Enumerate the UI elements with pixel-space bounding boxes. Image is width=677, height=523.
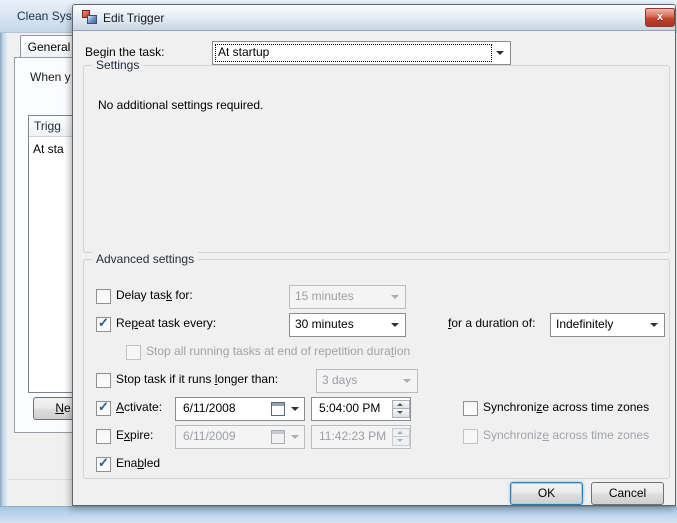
spinner-down-icon	[392, 436, 410, 446]
ok-button[interactable]: OK	[510, 482, 583, 505]
advanced-settings-group: Advanced settings Delay task for: 15 min…	[83, 259, 670, 479]
expire-time-spinner: 11:42:23 PM	[311, 425, 411, 449]
new-button-label: Ne	[55, 401, 70, 415]
stop-task-label: Stop task if it runs longer than:	[116, 372, 278, 387]
stop-all-tasks-label: Stop all running tasks at end of repetit…	[146, 344, 410, 359]
enabled-checkbox[interactable]	[96, 457, 111, 472]
background-window-bottom-frame	[0, 506, 677, 523]
chevron-down-icon	[391, 295, 399, 299]
sync-timezones-activate-checkbox[interactable]	[463, 401, 478, 416]
chevron-down-icon	[496, 51, 504, 55]
tab-general-label: General	[28, 40, 71, 54]
stop-all-tasks-checkbox	[126, 345, 141, 360]
list-item[interactable]: At sta	[33, 142, 64, 156]
expire-checkbox[interactable]	[96, 429, 111, 444]
enabled-label: Enabled	[116, 456, 160, 471]
duration-select[interactable]: Indefinitely	[550, 313, 665, 337]
repeat-task-checkbox[interactable]	[96, 317, 111, 332]
cancel-button[interactable]: Cancel	[591, 482, 664, 505]
spinner-down-icon[interactable]	[392, 408, 410, 418]
activate-date-value: 6/11/2008	[183, 401, 236, 415]
spinner-buttons	[392, 428, 408, 444]
settings-group: Settings No additional settings required…	[83, 65, 670, 253]
tab-general[interactable]: General	[20, 35, 78, 58]
calendar-icon	[271, 430, 285, 444]
repeat-task-value: 30 minutes	[295, 317, 354, 331]
stop-task-checkbox[interactable]	[96, 373, 111, 388]
chevron-down-icon	[291, 407, 299, 411]
activate-label: Activate:	[116, 400, 162, 415]
delay-task-value: 15 minutes	[295, 289, 354, 303]
begin-task-value: At startup	[218, 45, 269, 59]
activate-time-spinner[interactable]: 5:04:00 PM	[311, 397, 411, 421]
chevron-down-icon	[391, 323, 399, 327]
stop-task-select: 3 days	[316, 369, 418, 393]
chevron-down-icon	[403, 379, 411, 383]
begin-task-select[interactable]: At startup	[212, 41, 511, 65]
activate-checkbox[interactable]	[96, 401, 111, 416]
duration-value: Indefinitely	[556, 317, 613, 331]
delay-task-checkbox[interactable]	[96, 289, 111, 304]
settings-message: No additional settings required.	[98, 98, 263, 113]
repeat-task-label: Repeat task every:	[116, 316, 216, 331]
settings-group-title: Settings	[92, 58, 143, 72]
close-icon[interactable]: x	[645, 8, 675, 27]
edit-trigger-dialog: Edit Trigger x Begin the task: At startu…	[72, 4, 676, 506]
cancel-button-label: Cancel	[609, 486, 646, 500]
spinner-buttons[interactable]	[392, 400, 408, 416]
activate-time-value: 5:04:00 PM	[319, 401, 380, 415]
expire-time-value: 11:42:23 PM	[319, 429, 386, 443]
divider	[8, 479, 72, 480]
ok-button-label: OK	[538, 486, 555, 500]
app-window-icon	[82, 10, 98, 25]
tab-page-description: When y	[30, 70, 71, 84]
chevron-down-icon	[650, 323, 658, 327]
expire-date-value: 6/11/2009	[183, 429, 236, 443]
expire-label: Expire:	[116, 428, 153, 443]
dialog-title: Edit Trigger	[103, 11, 164, 25]
activate-date-picker[interactable]: 6/11/2008	[175, 397, 305, 421]
dialog-titlebar[interactable]: Edit Trigger x	[73, 5, 676, 31]
expire-date-picker: 6/11/2009	[175, 425, 305, 449]
delay-task-label: Delay task for:	[116, 288, 193, 303]
calendar-icon	[271, 402, 285, 416]
background-window-left-frame	[0, 0, 7, 523]
advanced-settings-group-title: Advanced settings	[92, 252, 198, 266]
repeat-task-select[interactable]: 30 minutes	[289, 313, 406, 337]
sync-timezones-expire-label: Synchronize across time zones	[483, 428, 649, 443]
duration-label: for a duration of:	[448, 316, 535, 331]
stop-task-value: 3 days	[322, 373, 357, 387]
chevron-down-icon	[291, 435, 299, 439]
sync-timezones-activate-label: Synchronize across time zones	[483, 400, 649, 415]
delay-task-select: 15 minutes	[289, 285, 406, 309]
sync-timezones-expire-checkbox	[463, 429, 478, 444]
triggers-column-header: Trigg	[34, 119, 61, 133]
